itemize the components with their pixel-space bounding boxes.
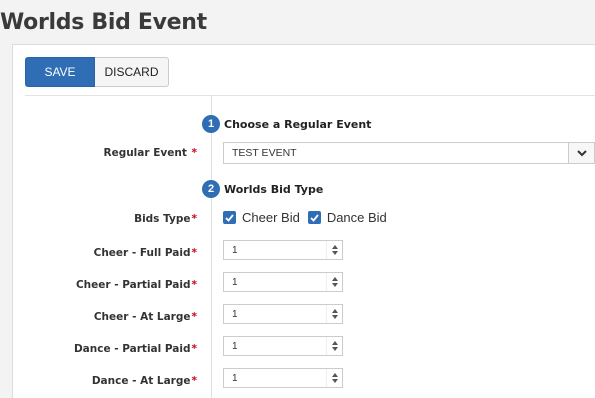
dance-partial-paid-input[interactable]: 1 <box>223 336 343 356</box>
regular-event-select[interactable]: TEST EVENT <box>223 142 595 164</box>
required-marker: * <box>191 311 198 323</box>
dance-at-large-input[interactable]: 1 <box>223 368 343 388</box>
cheer-at-large-input[interactable]: 1 <box>223 304 343 324</box>
step-2-title: Worlds Bid Type <box>224 182 324 196</box>
dance-bid-checkbox[interactable]: Dance Bid <box>307 210 387 225</box>
dance-at-large-value: 1 <box>232 372 238 384</box>
dance-partial-paid-value: 1 <box>232 340 238 352</box>
step-2-header: 2 Worlds Bid Type <box>202 180 323 198</box>
step-1-header: 1 Choose a Regular Event <box>202 115 371 133</box>
toolbar: SAVE DISCARD <box>25 57 169 87</box>
required-marker: * <box>191 279 198 291</box>
cheer-bid-checkbox[interactable]: Cheer Bid <box>223 210 300 225</box>
checkmark-icon[interactable] <box>307 211 321 224</box>
cheer-at-large-label: Cheer - At Large* <box>93 311 198 323</box>
cheer-at-large-value: 1 <box>232 308 238 320</box>
form-panel: SAVE DISCARD 1 Choose a Regular Event Re… <box>12 44 595 398</box>
step-timeline-line <box>211 95 212 398</box>
required-marker: * <box>191 375 198 387</box>
cheer-bid-label: Cheer Bid <box>242 210 300 225</box>
cheer-partial-paid-input[interactable]: 1 <box>223 272 343 292</box>
required-marker: * <box>191 343 198 355</box>
dance-bid-label: Dance Bid <box>326 210 387 225</box>
bids-type-options: Cheer Bid Dance Bid <box>223 210 395 225</box>
dance-partial-paid-label: Dance - Partial Paid* <box>73 343 198 355</box>
cheer-partial-paid-value: 1 <box>232 276 238 288</box>
bids-type-label: Bids Type* <box>134 213 197 225</box>
cheer-partial-paid-label: Cheer - Partial Paid* <box>75 279 198 291</box>
page-title: Worlds Bid Event <box>0 10 207 35</box>
step-2-number: 2 <box>202 180 220 198</box>
spinner-arrows-icon[interactable] <box>326 241 342 259</box>
spinner-arrows-icon[interactable] <box>326 273 342 291</box>
required-marker: * <box>191 147 198 159</box>
step-1-number: 1 <box>202 115 220 133</box>
cheer-full-paid-input[interactable]: 1 <box>223 240 343 260</box>
chevron-down-icon[interactable] <box>568 143 594 163</box>
divider <box>25 95 595 96</box>
required-marker: * <box>191 247 198 259</box>
regular-event-value: TEST EVENT <box>232 147 297 159</box>
cheer-full-paid-label: Cheer - Full Paid* <box>93 247 198 259</box>
regular-event-label: Regular Event * <box>103 147 197 159</box>
spinner-arrows-icon[interactable] <box>326 305 342 323</box>
spinner-arrows-icon[interactable] <box>326 369 342 387</box>
save-button[interactable]: SAVE <box>25 57 95 87</box>
checkmark-icon[interactable] <box>223 211 236 224</box>
dance-at-large-label: Dance - At Large* <box>91 375 198 387</box>
required-marker: * <box>191 213 198 225</box>
step-1-title: Choose a Regular Event <box>224 117 372 131</box>
cheer-full-paid-value: 1 <box>232 244 238 256</box>
discard-button[interactable]: DISCARD <box>95 57 169 87</box>
spinner-arrows-icon[interactable] <box>326 337 342 355</box>
